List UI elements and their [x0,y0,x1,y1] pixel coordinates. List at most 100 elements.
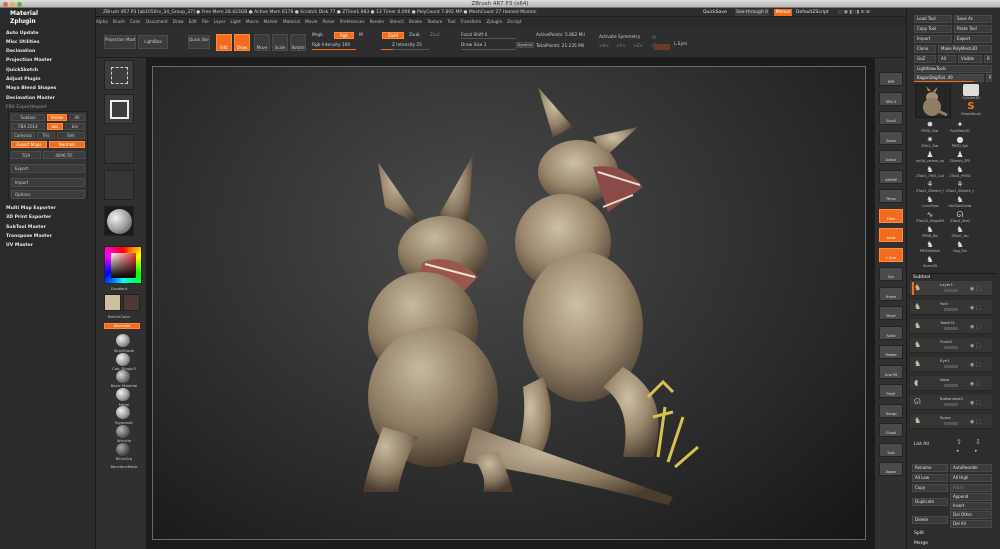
tool-thumb-icon[interactable]: ♞ [953,240,967,249]
simplebrush-thumb-icon[interactable]: S [964,102,978,112]
draw-size-slider[interactable]: Draw Size 1 [461,43,487,48]
zplugin-item[interactable]: 3D Print Exporter [6,215,51,220]
shelf-floor-button[interactable]: Floor [879,208,903,223]
color-picker-square[interactable] [111,253,136,278]
fbx-binary-button[interactable]: bin [65,123,85,130]
tool-thumb-icon[interactable]: ♟ [923,150,937,159]
menu-macro[interactable]: Macro [246,19,259,24]
make-polymesh-button[interactable]: Make PolyMesh3D [938,45,992,53]
menus-button[interactable]: Menus [774,9,792,16]
rename-button[interactable]: Rename [912,464,948,472]
draw-mode-button[interactable]: Draw [234,34,250,51]
subtool-row[interactable]: ♞ Flesh2 ◉ ⬚ [910,338,992,353]
menu-file[interactable]: File [202,19,209,24]
tool-thumb-icon[interactable]: ⚘ [953,180,967,189]
rgb-intensity-slider[interactable]: Rgb Intensity 100 [312,43,350,48]
goz-visible-button[interactable]: Visible [958,55,982,63]
menu-stencil[interactable]: Stencil [389,19,403,24]
fbx-format-select[interactable]: TGA [11,151,41,159]
tool-thumb-icon[interactable]: ✦ [953,120,967,129]
list-all-button[interactable]: List All [914,442,929,447]
subtool-toggle[interactable] [944,346,958,349]
paste-subtool-button[interactable]: Paste [950,484,992,492]
import-button[interactable]: Import [914,35,952,43]
alpha-slot[interactable] [104,60,134,90]
current-tool-thumbnail[interactable] [915,84,951,118]
visibility-eye-icon[interactable]: ◉ ⬚ [970,286,981,292]
tool-r-button[interactable]: R [986,74,992,82]
tool-thumb-icon[interactable]: ♞ [923,240,937,249]
rgb-toggle[interactable]: Rgb [334,32,354,39]
tool-thumb-icon[interactable]: ⚘ [923,180,937,189]
symmetry-m-toggle[interactable]: M [652,36,656,41]
goz-button[interactable]: GoZ [914,55,936,63]
zplugin-item[interactable]: Projection Master [6,58,52,63]
menu-picker[interactable]: Picker [322,19,334,24]
menu-draw[interactable]: Draw [173,19,184,24]
fbx-tris-toggle[interactable]: Tris [37,132,55,139]
tool-thumb-icon[interactable]: ♞ [953,165,967,174]
zplugin-item[interactable]: Misc Utilities [6,40,39,45]
fbx-options-button[interactable]: Options [11,190,85,199]
activate-symmetry-button[interactable]: Activate Symmetry [599,35,640,40]
fbx-ascii-button[interactable]: asc [47,123,63,130]
zplugin-item[interactable]: Transpose Master [6,234,52,239]
menu-layer[interactable]: Layer [214,19,226,24]
brush-slot[interactable] [104,94,134,124]
texture-slot[interactable] [104,170,134,200]
shelf-scale-button[interactable]: Scale [879,325,903,340]
dynamic-toggle[interactable]: Dynamic [516,42,534,48]
zplugin-item[interactable]: SubTool Master [6,225,46,230]
menu-transform[interactable]: Transform [460,19,481,24]
merge-header[interactable]: Merge [914,541,928,546]
subtool-row[interactable]: ♞ Tooth31 ◉ ⬚ [910,319,992,334]
fbx-cameras-toggle[interactable]: Cameras [11,132,35,139]
menu-light[interactable]: Light [230,19,240,24]
fbx-version-select[interactable]: FBX 2014 [11,123,45,130]
copy-tool-button[interactable]: Copy Tool [914,25,952,33]
fbx-import-button[interactable]: Import [11,178,85,187]
subtool-toggle[interactable] [944,289,958,292]
visibility-eye-icon[interactable]: ◉ ⬚ [970,343,981,349]
shelf-rotate-button[interactable]: Rotate [879,345,903,359]
auto-reorder-button[interactable]: AutoReorder [950,464,992,472]
material-palette-header[interactable]: Material [10,10,38,17]
menu-preferences[interactable]: Preferences [340,19,365,24]
split-header[interactable]: Split [914,531,924,536]
material-sphere-icon[interactable] [116,388,130,401]
shelf-solo-button[interactable]: Solo [879,442,903,457]
zplugin-item[interactable]: QuickSketch [6,68,38,73]
menu-color[interactable]: Color [130,19,141,24]
subtool-row[interactable]: ᘏ Buttonhole1 ◉ ⬚ [910,395,992,410]
scale-mode-button[interactable]: Scale [272,34,288,51]
cylinder-thumb-icon[interactable] [963,84,979,96]
projection-master-button[interactable]: Projection Master [104,35,136,49]
append-button[interactable]: Append [950,493,992,501]
shelf-persp-button[interactable]: Persp [879,189,903,203]
tool-thumb-icon[interactable]: ● [953,135,967,144]
material-sphere-icon[interactable] [116,370,130,383]
edit-mode-button[interactable]: Edit [216,34,232,51]
tool-thumb-icon[interactable]: ♞ [923,165,937,174]
insert-button[interactable]: Insert [950,502,992,510]
sym-y-toggle[interactable]: >Y< [616,44,626,49]
menu-material[interactable]: Material [283,19,300,24]
fbx-all-button[interactable]: All [69,114,85,121]
shelf-aahalf-button[interactable]: AAHalf [879,169,903,184]
delete-button[interactable]: Delete [912,516,948,524]
save-as-button[interactable]: Save As [954,15,992,23]
window-controls-icon[interactable]: ▢ ▣ ◧ ◨ ⊞ ⊠ [838,8,870,16]
all-high-button[interactable]: All High [950,474,992,482]
material-sphere-icon[interactable] [116,425,130,438]
stroke-slot[interactable] [104,134,134,164]
zplugin-item[interactable]: Adjust Plugin [6,77,41,82]
move-up-icon[interactable]: ⇧ [956,438,962,446]
zplugin-item[interactable]: Multi Map Exporter [6,206,56,211]
menu-edit[interactable]: Edit [189,19,197,24]
tool-thumb-icon[interactable]: ♞ [953,195,967,204]
fbx-export-maps-toggle[interactable]: Export Maps [11,141,47,148]
visibility-eye-icon[interactable]: ◉ ⬚ [970,381,981,387]
menu-tool[interactable]: Tool [447,19,455,24]
mrgb-toggle[interactable]: Mrgb [312,33,323,38]
shelf-frame-button[interactable]: Frame [879,286,903,301]
